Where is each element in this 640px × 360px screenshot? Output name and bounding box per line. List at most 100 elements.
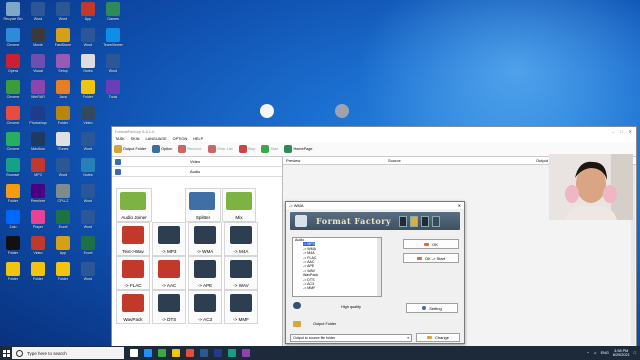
taskbar-app-icon[interactable]	[214, 349, 222, 357]
format-tile[interactable]: -> MMF	[224, 290, 258, 324]
format-tile[interactable]: -> AC3	[188, 290, 222, 324]
desktop-icon[interactable]: Chrome	[0, 106, 26, 125]
desktop-icon[interactable]: Excel	[75, 236, 101, 255]
desktop-icon[interactable]: Folder	[0, 262, 26, 281]
desktop-icon[interactable]: Recycle Bin	[0, 2, 26, 21]
desktop-icon[interactable]: Folder	[50, 106, 76, 125]
desktop-icon[interactable]: Folder	[75, 80, 101, 99]
desktop-icon[interactable]: iTunes	[50, 132, 76, 151]
desktop-icon[interactable]: Word	[50, 2, 76, 21]
desktop-icon[interactable]: Excel	[50, 210, 76, 229]
format-tile[interactable]: -> DTS	[152, 290, 186, 324]
taskbar-app-icon[interactable]	[158, 349, 166, 357]
change-button[interactable]: Change	[416, 333, 460, 342]
tree-scrollbar[interactable]	[377, 238, 381, 296]
desktop-icon[interactable]: Word	[75, 262, 101, 281]
toolbar-button[interactable]: HomePage	[284, 145, 312, 153]
desktop-icon[interactable]: Folder	[0, 236, 26, 255]
format-tile[interactable]: -> WAV	[224, 256, 258, 290]
desktop-icon[interactable]: Zalo	[0, 210, 26, 229]
desktop-icon[interactable]: Browser	[0, 158, 26, 177]
desktop-icon[interactable]: Chrome	[0, 132, 26, 151]
toolbar-button[interactable]: Clear List	[207, 145, 233, 153]
format-tile[interactable]: -> MP3	[152, 222, 186, 256]
desktop-icon[interactable]: Word	[75, 210, 101, 229]
desktop-icon[interactable]: Premiere	[25, 184, 51, 203]
start-button[interactable]	[0, 346, 12, 360]
desktop-icon[interactable]: Visual	[25, 54, 51, 73]
desktop-icon[interactable]: Player	[25, 210, 51, 229]
desktop-icon[interactable]	[329, 104, 355, 118]
desktop-icon[interactable]: TeamViewer	[100, 28, 126, 47]
taskbar-app-icon[interactable]	[200, 349, 208, 357]
toolbar-button[interactable]: Stop	[238, 145, 255, 153]
format-tile[interactable]: Text->Wav	[116, 222, 150, 256]
ok-button[interactable]: OK	[403, 239, 459, 249]
setting-button[interactable]: Setting	[406, 303, 458, 313]
desktop-icon[interactable]: Photoshop	[25, 106, 51, 125]
desktop-icon[interactable]: WinRAR	[25, 80, 51, 99]
close-icon[interactable]: ✕	[629, 129, 632, 134]
desktop-icon[interactable]: CPU-Z	[50, 184, 76, 203]
format-tile[interactable]: -> WMA	[188, 222, 222, 256]
desktop-icon[interactable]: MP3	[25, 158, 51, 177]
format-tile[interactable]: Audio Joiner	[116, 188, 152, 222]
dialog-close-icon[interactable]: ✕	[458, 203, 464, 208]
toolbar-button[interactable]: Remove	[178, 145, 202, 153]
desktop-icon[interactable]: FastStone	[50, 28, 76, 47]
menu-item[interactable]: LANGUAGE	[146, 137, 167, 141]
desktop-icon[interactable]: App	[75, 2, 101, 21]
desktop-icon[interactable]: Notes	[75, 54, 101, 73]
taskbar-app-icon[interactable]	[228, 349, 236, 357]
format-tile[interactable]: -> AAC	[152, 256, 186, 290]
menu-item[interactable]: HELP	[193, 137, 203, 141]
desktop-icon[interactable]: Setup	[50, 54, 76, 73]
format-tile[interactable]: Mix	[222, 188, 256, 222]
taskbar-app-icon[interactable]	[130, 349, 138, 357]
tree-item[interactable]: -> MMF	[293, 286, 381, 290]
taskbar-app-icon[interactable]	[144, 349, 152, 357]
menu-item[interactable]: SKIN	[131, 137, 140, 141]
language-indicator[interactable]: ENG	[601, 351, 609, 355]
desktop-icon[interactable]: Word	[25, 2, 51, 21]
desktop-icon[interactable]	[254, 104, 280, 118]
desktop-icon[interactable]: Word	[50, 158, 76, 177]
taskbar-app-icon[interactable]	[242, 349, 250, 357]
category-audio[interactable]: Audio	[112, 167, 282, 177]
category-video[interactable]: Video	[112, 157, 282, 167]
format-tile[interactable]: -> APE	[188, 256, 222, 290]
notification-icon[interactable]: □	[634, 351, 636, 355]
clock[interactable]: 3:58 PM 8/29/2021	[613, 349, 630, 357]
menu-item[interactable]: TASK	[115, 137, 125, 141]
desktop-icon[interactable]: Word	[75, 132, 101, 151]
desktop-icon[interactable]: Word	[100, 54, 126, 73]
format-tile[interactable]: -> M4A	[224, 222, 258, 256]
volume-icon[interactable]: ♫	[594, 351, 597, 355]
format-tree[interactable]: Audio -> MP3 -> WMA -> M4A -> FLAC -> AAC -> A…	[292, 237, 382, 297]
minimize-icon[interactable]: –	[612, 129, 614, 134]
chevron-up-icon[interactable]: ⌃	[587, 351, 590, 356]
desktop-icon[interactable]: Notes	[75, 158, 101, 177]
toolbar-button[interactable]: Output Folder	[114, 145, 146, 153]
desktop-icon[interactable]: Chrome	[0, 28, 26, 47]
desktop-icon[interactable]: Chrome	[0, 80, 26, 99]
taskbar-app-icon[interactable]	[186, 349, 194, 357]
taskbar-search[interactable]: Type here to search	[12, 347, 124, 359]
desktop-icon[interactable]: Tools	[100, 80, 126, 99]
format-tile[interactable]: Splitter	[185, 188, 221, 222]
format-tile[interactable]: WavPack	[116, 290, 150, 324]
desktop-icon[interactable]: Video	[75, 106, 101, 125]
desktop-icon[interactable]: Java	[50, 80, 76, 99]
taskbar-app-icon[interactable]	[172, 349, 180, 357]
desktop-icon[interactable]: Folder	[50, 262, 76, 281]
ok-start-button[interactable]: OK -> Start	[403, 253, 459, 263]
toolbar-button[interactable]: Start	[261, 145, 278, 153]
desktop-icon[interactable]: Folder	[25, 262, 51, 281]
desktop-icon[interactable]: Folder	[0, 184, 26, 203]
desktop-icon[interactable]: App	[50, 236, 76, 255]
toolbar-button[interactable]: Option	[152, 145, 172, 153]
desktop-icon[interactable]: Word	[75, 184, 101, 203]
output-folder-select[interactable]: Output to source file folder ▾	[290, 334, 412, 342]
desktop-icon[interactable]: Opera	[0, 54, 26, 73]
desktop-icon[interactable]: Word	[75, 28, 101, 47]
